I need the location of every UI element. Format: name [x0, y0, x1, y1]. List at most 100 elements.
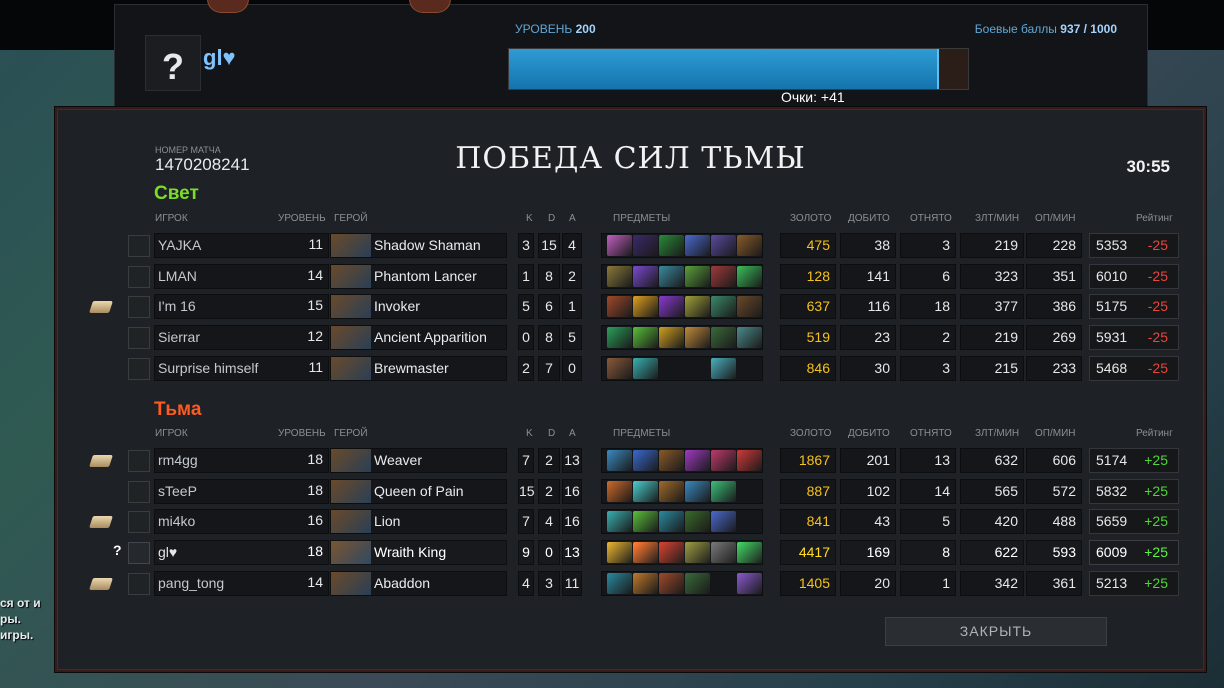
deaths: 2: [538, 478, 560, 504]
item-icon[interactable]: [737, 296, 762, 318]
item-icon[interactable]: [633, 327, 658, 349]
player-row[interactable]: LMAN 14 Phantom Lancer 1 8 2 128 141 6 323 351 6010…: [127, 263, 1182, 290]
header-hero: ГЕРОЙ: [334, 428, 368, 439]
item-icon[interactable]: [737, 450, 762, 471]
rating-value: 5353: [1096, 237, 1128, 253]
item-icon[interactable]: [711, 357, 736, 379]
item-icon[interactable]: [711, 480, 736, 502]
item-icon[interactable]: [711, 235, 736, 256]
item-icon[interactable]: [737, 327, 762, 349]
item-icon[interactable]: [607, 327, 632, 349]
scroll-icon[interactable]: [89, 516, 113, 529]
item-icon[interactable]: [711, 265, 736, 287]
player-row[interactable]: mi4ko 16 Lion 7 4 16 841 43 5 420 488 5659 +25: [89, 509, 1182, 535]
item-icon[interactable]: [737, 358, 762, 379]
item-icon[interactable]: [633, 511, 658, 533]
item-icon[interactable]: [685, 542, 710, 564]
item-icon[interactable]: [685, 480, 710, 502]
item-icon[interactable]: [711, 573, 736, 594]
hero-name[interactable]: Queen of Pain: [330, 478, 507, 504]
hero-name[interactable]: Phantom Lancer: [330, 263, 507, 289]
player-level: 16: [307, 512, 323, 529]
item-icon[interactable]: [607, 296, 632, 318]
item-icon[interactable]: [737, 511, 762, 532]
item-icon[interactable]: [685, 235, 710, 256]
item-icon[interactable]: [633, 542, 658, 564]
item-icon[interactable]: [685, 265, 710, 287]
item-icon[interactable]: [607, 265, 632, 287]
last-hits: 116: [840, 294, 896, 320]
item-icon[interactable]: [711, 511, 736, 533]
hero-name[interactable]: Weaver: [330, 448, 507, 473]
scroll-icon[interactable]: [89, 301, 113, 314]
item-icon[interactable]: [659, 235, 684, 256]
item-icon[interactable]: [685, 450, 710, 471]
avatar[interactable]: ?: [145, 35, 201, 91]
item-icon[interactable]: [607, 480, 632, 502]
item-icon[interactable]: [711, 542, 736, 564]
item-icon[interactable]: [659, 542, 684, 564]
hero-name[interactable]: Abaddon: [330, 570, 507, 596]
player-row[interactable]: rm4gg 18 Weaver 7 2 13 1867 201 13 632 606 5174 +25: [89, 448, 1182, 474]
item-icon[interactable]: [633, 265, 658, 287]
hero-name[interactable]: Wraith King: [330, 540, 507, 566]
item-icon[interactable]: [633, 480, 658, 502]
item-icon[interactable]: [607, 235, 632, 256]
item-icon[interactable]: [633, 296, 658, 318]
scroll-icon[interactable]: [89, 577, 113, 590]
item-icon[interactable]: [659, 450, 684, 471]
player-row[interactable]: YAJKA 11 Shadow Shaman 3 15 4 475 38 3 219 228 5353…: [127, 233, 1182, 259]
item-icon[interactable]: [607, 357, 632, 379]
hero-name[interactable]: Invoker: [330, 294, 507, 320]
item-icon[interactable]: [633, 572, 658, 594]
player-row[interactable]: gl♥ 18 Wraith King 9 0 13 4417 169 8 622 593 6009 +2…: [113, 540, 1182, 566]
item-icon[interactable]: [711, 296, 736, 318]
item-icon[interactable]: [633, 450, 658, 471]
item-icon[interactable]: [633, 357, 658, 379]
player-row[interactable]: Sierrar 12 Ancient Apparition 0 8 5 519 23 2 219 2…: [127, 325, 1182, 351]
player-row[interactable]: I'm 16 15 Invoker 5 6 1 637 116 18 377 386 5175 -25: [89, 294, 1182, 320]
item-icon[interactable]: [737, 572, 762, 594]
item-icon[interactable]: [607, 542, 632, 564]
gold: 1867: [780, 448, 836, 473]
item-icon[interactable]: [633, 235, 658, 256]
item-icon[interactable]: [711, 327, 736, 349]
hero-portrait-icon: [128, 511, 150, 534]
item-icon[interactable]: [685, 572, 710, 594]
player-row[interactable]: sTeeP 18 Queen of Pain 15 2 16 887 102 14 565 572 5…: [127, 478, 1182, 505]
header-hero: ГЕРОЙ: [334, 213, 368, 224]
item-icon[interactable]: [685, 358, 710, 379]
rating-cell: 5174 +25: [1089, 448, 1179, 473]
item-icon[interactable]: [659, 265, 684, 287]
last-hits: 23: [840, 325, 896, 351]
item-icon[interactable]: [607, 450, 632, 471]
hero-name[interactable]: Brewmaster: [330, 355, 507, 381]
item-icon[interactable]: [607, 511, 632, 533]
item-icon[interactable]: [737, 481, 762, 502]
item-icon[interactable]: [659, 480, 684, 502]
item-icon[interactable]: [685, 511, 710, 533]
hero-name[interactable]: Shadow Shaman: [330, 233, 507, 258]
player-row[interactable]: pang_tong 14 Abaddon 4 3 11 1405 20 1 342 361 5213 +…: [89, 570, 1182, 597]
item-icon[interactable]: [659, 511, 684, 533]
scroll-icon[interactable]: [89, 455, 113, 467]
hero-name[interactable]: Ancient Apparition: [330, 325, 507, 351]
item-icon[interactable]: [737, 235, 762, 256]
hero-icon: [331, 571, 371, 595]
item-icon[interactable]: [685, 327, 710, 349]
player-row[interactable]: Surprise himself 11 Brewmaster 2 7 0 846 30 3 215…: [127, 355, 1182, 382]
item-icon[interactable]: [659, 358, 684, 379]
item-icon[interactable]: [737, 265, 762, 287]
item-icon[interactable]: [685, 296, 710, 318]
item-icon[interactable]: [737, 542, 762, 564]
hero-name[interactable]: Lion: [330, 509, 507, 535]
item-icon[interactable]: [659, 572, 684, 594]
item-icon[interactable]: [659, 327, 684, 349]
scoreboard-panel: НОМЕР МАТЧА 1470208241 ПОБЕДА СИЛ ТЬМЫ 3…: [55, 107, 1206, 672]
close-button[interactable]: ЗАКРЫТЬ: [885, 617, 1107, 646]
item-icon[interactable]: [711, 450, 736, 471]
item-icon[interactable]: [659, 296, 684, 318]
item-icon[interactable]: [607, 572, 632, 594]
hero-portrait-icon: [128, 296, 150, 319]
hero-label: Abaddon: [374, 574, 431, 591]
